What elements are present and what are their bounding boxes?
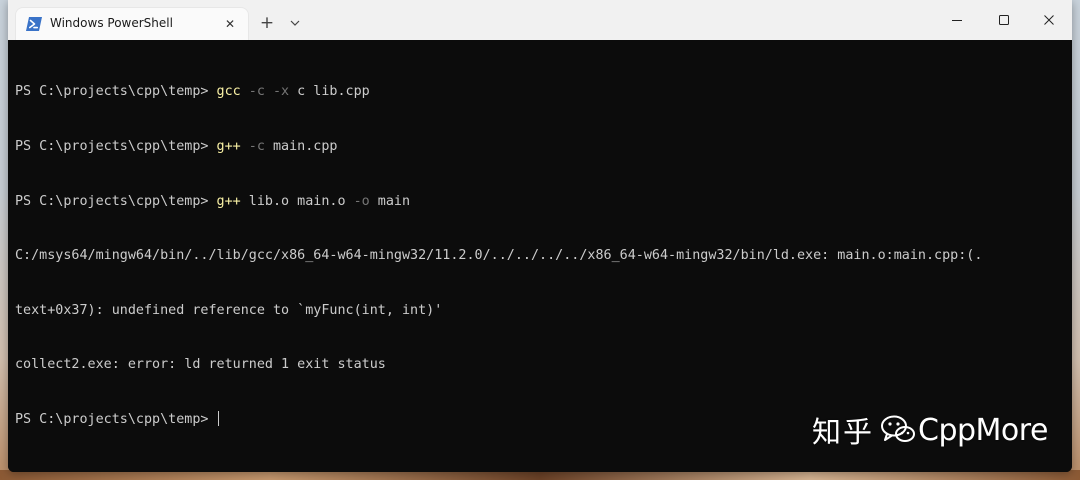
- tab-title: Windows PowerShell: [50, 16, 173, 30]
- close-icon: [1044, 15, 1054, 25]
- terminal-output: PS C:\projects\cpp\temp> gcc -c -x c lib…: [15, 47, 982, 466]
- text-cursor: [217, 410, 219, 426]
- tab-powershell[interactable]: Windows PowerShell ✕: [16, 8, 248, 40]
- title-bar[interactable]: Windows PowerShell ✕ +: [8, 0, 1072, 40]
- error-output-line: C:/msys64/mingw64/bin/../lib/gcc/x86_64-…: [15, 248, 983, 264]
- command-flag: -o: [353, 193, 370, 209]
- terminal-line: PS C:\projects\cpp\temp> g++ lib.o main.…: [15, 193, 982, 211]
- watermark: 知乎 CppMore: [812, 408, 1048, 452]
- wechat-icon: [881, 415, 916, 442]
- command-name: g++: [216, 139, 241, 154]
- command-flag: -c: [248, 139, 265, 154]
- command-flag: -x: [272, 84, 290, 100]
- close-button[interactable]: [1026, 0, 1072, 40]
- command-args: lib.o main.o: [240, 193, 354, 209]
- terminal-line: PS C:\projects\cpp\temp> gcc -c -x c lib…: [15, 83, 982, 101]
- prompt: PS C:\projects\cpp\temp>: [15, 84, 217, 100]
- tab-close-button[interactable]: ✕: [220, 14, 240, 34]
- watermark-site: 知乎: [812, 415, 875, 449]
- command-args: main: [369, 193, 411, 209]
- command-flag: -c: [248, 84, 265, 100]
- command-name: gcc: [216, 84, 241, 100]
- minimize-icon: [952, 20, 962, 21]
- prompt: PS C:\projects\cpp\temp>: [15, 411, 217, 427]
- command-name: g++: [216, 193, 241, 209]
- terminal-line: PS C:\projects\cpp\temp> g++ -c main.cpp: [15, 138, 982, 156]
- command-args: main.cpp: [264, 139, 338, 154]
- powershell-icon: [26, 17, 42, 31]
- chevron-down-icon: [290, 20, 300, 26]
- terminal-window: Windows PowerShell ✕ + PS C:\projects\cp…: [8, 0, 1072, 472]
- minimize-button[interactable]: [934, 0, 980, 40]
- new-tab-button[interactable]: +: [256, 12, 278, 34]
- command-args: c lib.cpp: [289, 84, 370, 100]
- watermark-name: CppMore: [918, 412, 1048, 448]
- prompt: PS C:\projects\cpp\temp>: [15, 193, 217, 209]
- maximize-icon: [999, 15, 1009, 25]
- prompt: PS C:\projects\cpp\temp>: [15, 139, 217, 154]
- tab-dropdown-button[interactable]: [284, 12, 306, 34]
- error-output-line: text+0x37): undefined reference to `myFu…: [15, 302, 443, 318]
- error-output-line: collect2.exe: error: ld returned 1 exit …: [15, 357, 386, 373]
- maximize-button[interactable]: [981, 0, 1027, 40]
